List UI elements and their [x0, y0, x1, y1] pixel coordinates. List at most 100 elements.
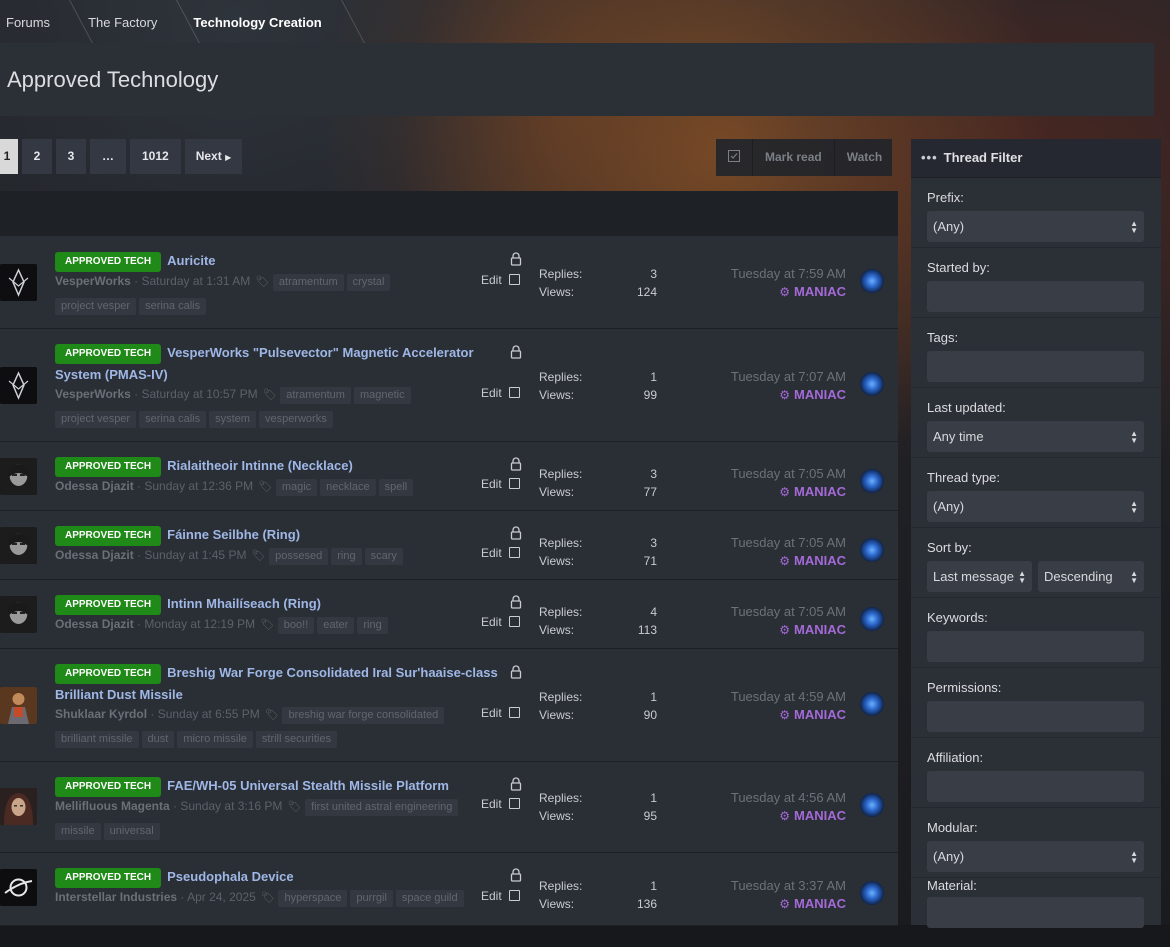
lock-icon[interactable]	[510, 252, 522, 266]
mark-read-button[interactable]: Mark read	[752, 139, 834, 176]
page-2-button[interactable]: 2	[22, 139, 52, 174]
last-updated-select[interactable]: Any time ▲ ▼	[927, 421, 1144, 452]
thread-date[interactable]: Saturday at 1:31 AM	[142, 274, 251, 288]
thread-title[interactable]: APPROVED TECH Rialaitheoir Intinne (Neckl…	[55, 455, 505, 477]
avatar[interactable]	[0, 869, 37, 906]
thread-author[interactable]: Odessa Djazit	[55, 548, 134, 562]
tag[interactable]: ring	[357, 617, 388, 634]
prefix-badge[interactable]: APPROVED TECH	[55, 344, 162, 364]
last-post-time[interactable]: Tuesday at 7:59 AM	[700, 266, 846, 281]
thread-date[interactable]: Apr 24, 2025	[187, 890, 256, 904]
thread-author[interactable]: VesperWorks	[55, 387, 131, 401]
tag[interactable]: space guild	[395, 890, 464, 907]
thread-author[interactable]: Interstellar Industries	[55, 890, 177, 904]
lock-icon[interactable]	[510, 526, 522, 540]
last-post-user[interactable]: ⚙ MANIAC	[700, 896, 846, 911]
table-row[interactable]: APPROVED TECH Intinn Mhailíseach (Ring) O…	[0, 580, 898, 649]
page-1-button[interactable]: 1	[0, 139, 18, 174]
started-by-input[interactable]	[927, 281, 1144, 312]
select-thread-checkbox[interactable]	[509, 547, 520, 558]
avatar[interactable]	[0, 687, 37, 724]
last-post-time[interactable]: Tuesday at 3:37 AM	[700, 878, 846, 893]
last-post-user-name[interactable]: MANIAC	[794, 484, 846, 499]
tag[interactable]: project vesper	[55, 411, 137, 428]
lock-icon[interactable]	[510, 595, 522, 609]
last-poster-avatar[interactable]	[860, 692, 884, 716]
breadcrumb-technology-creation[interactable]: Technology Creation	[181, 0, 339, 46]
thread-title[interactable]: APPROVED TECH FAE/WH-05 Universal Stealth…	[55, 775, 505, 797]
tag[interactable]: serina calis	[139, 298, 207, 315]
edit-link[interactable]: Edit	[481, 546, 502, 560]
thread-title-text[interactable]: Intinn Mhailíseach (Ring)	[167, 596, 321, 611]
edit-link[interactable]: Edit	[481, 797, 502, 811]
tag[interactable]: project vesper	[55, 298, 137, 315]
last-post-time[interactable]: Tuesday at 7:05 AM	[700, 535, 846, 550]
thread-title-text[interactable]: FAE/WH-05 Universal Stealth Missile Plat…	[167, 778, 449, 793]
last-post-user-name[interactable]: MANIAC	[794, 387, 846, 402]
tag[interactable]: serina calis	[139, 411, 207, 428]
prefix-badge[interactable]: APPROVED TECH	[55, 777, 162, 797]
avatar[interactable]	[0, 264, 37, 301]
table-row[interactable]: APPROVED TECH FAE/WH-05 Universal Stealth…	[0, 762, 898, 853]
last-post-time[interactable]: Tuesday at 4:56 AM	[700, 790, 846, 805]
thread-title[interactable]: APPROVED TECH Breshig War Forge Consolida…	[55, 662, 505, 705]
last-post-user-name[interactable]: MANIAC	[794, 896, 846, 911]
thread-title[interactable]: APPROVED TECH Intinn Mhailíseach (Ring)	[55, 593, 505, 615]
prefix-badge[interactable]: APPROVED TECH	[55, 595, 162, 615]
select-thread-checkbox[interactable]	[509, 616, 520, 627]
keywords-input[interactable]	[927, 631, 1144, 662]
tag[interactable]: atramentum	[272, 274, 344, 291]
edit-link[interactable]: Edit	[481, 477, 502, 491]
thread-title[interactable]: APPROVED TECH Fáinne Seilbhe (Ring)	[55, 524, 505, 546]
select-thread-checkbox[interactable]	[509, 890, 520, 901]
edit-link[interactable]: Edit	[481, 889, 502, 903]
thread-date[interactable]: Sunday at 6:55 PM	[158, 707, 260, 721]
permissions-input[interactable]	[927, 701, 1144, 732]
thread-type-select[interactable]: (Any) ▲ ▼	[927, 491, 1144, 522]
last-poster-avatar[interactable]	[860, 607, 884, 631]
tag[interactable]: scary	[364, 548, 403, 565]
select-thread-checkbox[interactable]	[509, 798, 520, 809]
tag[interactable]: strill securities	[255, 731, 337, 748]
last-poster-avatar[interactable]	[860, 881, 884, 905]
avatar[interactable]	[0, 527, 37, 564]
thread-author[interactable]: Odessa Djazit	[55, 617, 134, 631]
thread-date[interactable]: Sunday at 12:36 PM	[144, 479, 253, 493]
last-post-time[interactable]: Tuesday at 7:07 AM	[700, 369, 846, 384]
table-row[interactable]: APPROVED TECH Fáinne Seilbhe (Ring) Odess…	[0, 511, 898, 580]
thread-title-text[interactable]: Fáinne Seilbhe (Ring)	[167, 527, 300, 542]
last-post-time[interactable]: Tuesday at 7:05 AM	[700, 604, 846, 619]
last-post-user[interactable]: ⚙ MANIAC	[700, 707, 846, 722]
avatar[interactable]	[0, 788, 37, 825]
edit-link[interactable]: Edit	[481, 615, 502, 629]
page-last-button[interactable]: 1012	[130, 139, 181, 174]
last-post-time[interactable]: Tuesday at 7:05 AM	[700, 466, 846, 481]
thread-author[interactable]: Odessa Djazit	[55, 479, 134, 493]
edit-link[interactable]: Edit	[481, 706, 502, 720]
thread-author[interactable]: Shuklaar Kyrdol	[55, 707, 147, 721]
tag[interactable]: boo!!	[277, 617, 315, 634]
sort-direction-select[interactable]: Descending ▲ ▼	[1038, 561, 1144, 592]
lock-icon[interactable]	[510, 868, 522, 882]
lock-icon[interactable]	[510, 777, 522, 791]
last-poster-avatar[interactable]	[860, 793, 884, 817]
thread-title[interactable]: APPROVED TECH Pseudophala Device	[55, 866, 505, 888]
tag[interactable]: vesperworks	[258, 411, 333, 428]
select-thread-checkbox[interactable]	[509, 478, 520, 489]
affiliation-input[interactable]	[927, 771, 1144, 802]
thread-author[interactable]: Mellifluous Magenta	[55, 799, 170, 813]
thread-date[interactable]: Saturday at 10:57 PM	[142, 387, 258, 401]
sort-by-select[interactable]: Last message ▲ ▼	[927, 561, 1032, 592]
last-poster-avatar[interactable]	[860, 372, 884, 396]
breadcrumb-the-factory[interactable]: The Factory	[74, 0, 175, 46]
lock-icon[interactable]	[510, 345, 522, 359]
table-row[interactable]: APPROVED TECH Auricite VesperWorks · Satu…	[0, 236, 898, 329]
thread-date[interactable]: Sunday at 1:45 PM	[144, 548, 246, 562]
tag[interactable]: ring	[331, 548, 362, 565]
prefix-badge[interactable]: APPROVED TECH	[55, 457, 162, 477]
tag[interactable]: system	[209, 411, 256, 428]
avatar[interactable]	[0, 458, 37, 495]
tag[interactable]: breshig war forge consolidated	[282, 707, 445, 724]
thread-title-text[interactable]: Pseudophala Device	[167, 869, 293, 884]
table-row[interactable]: APPROVED TECH Rialaitheoir Intinne (Neckl…	[0, 442, 898, 511]
